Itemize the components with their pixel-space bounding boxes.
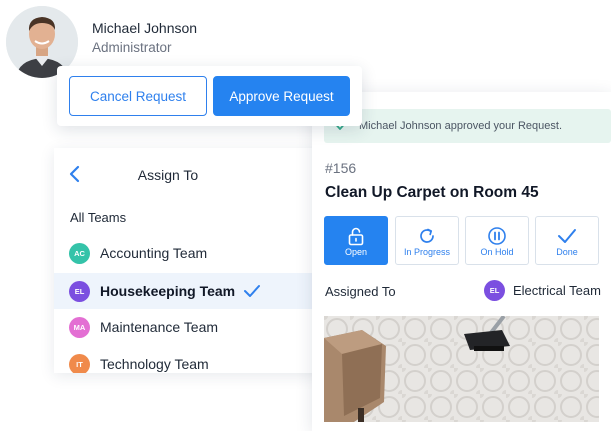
assign-panel: Assign To All Teams AC Accounting Team E… xyxy=(54,148,322,373)
status-label: Open xyxy=(344,247,368,257)
team-label: Accounting Team xyxy=(100,245,208,261)
team-item-maintenance[interactable]: MA Maintenance Team xyxy=(54,309,322,345)
team-item-housekeeping[interactable]: EL Housekeeping Team xyxy=(54,273,322,309)
request-detail-panel: Michael Johnson approved your Request. #… xyxy=(312,92,611,431)
approval-notice: Michael Johnson approved your Request. xyxy=(324,109,611,143)
team-badge: IT xyxy=(69,353,90,373)
team-badge: AC xyxy=(69,242,90,264)
approval-notice-text: Michael Johnson approved your Request. xyxy=(359,120,563,132)
request-actions-card: Cancel Request Approve Request xyxy=(57,66,362,126)
team-badge: EL xyxy=(484,280,505,301)
all-teams-label: All Teams xyxy=(70,210,127,225)
user-role: Administrator xyxy=(92,40,172,55)
assign-title: Assign To xyxy=(137,167,199,183)
status-label: Done xyxy=(556,247,578,257)
team-item-accounting[interactable]: AC Accounting Team xyxy=(54,235,322,271)
assigned-to-label: Assigned To xyxy=(325,284,396,299)
unlock-icon xyxy=(348,227,364,246)
status-in-progress-button[interactable]: In Progress xyxy=(395,216,459,265)
team-label: Housekeeping Team xyxy=(100,283,236,299)
check-icon xyxy=(558,229,576,243)
request-photo xyxy=(324,316,599,422)
approve-request-button[interactable]: Approve Request xyxy=(213,76,350,116)
assigned-team-name: Electrical Team xyxy=(513,283,601,298)
refresh-icon xyxy=(420,228,434,243)
checkmark-icon xyxy=(244,285,261,297)
pause-icon xyxy=(488,227,506,245)
assigned-team[interactable]: EL Electrical Team xyxy=(484,280,601,301)
team-badge: EL xyxy=(69,280,90,302)
status-open-button[interactable]: Open xyxy=(324,216,388,265)
status-on-hold-button[interactable]: On Hold xyxy=(465,216,529,265)
cancel-request-button[interactable]: Cancel Request xyxy=(69,76,207,116)
team-label: Technology Team xyxy=(100,356,209,372)
request-number: #156 xyxy=(325,160,357,176)
status-label: On Hold xyxy=(480,247,514,257)
request-title: Clean Up Carpet on Room 45 xyxy=(325,184,539,201)
team-item-technology[interactable]: IT Technology Team xyxy=(54,346,322,373)
status-label: In Progress xyxy=(403,247,451,257)
team-badge: MA xyxy=(69,316,90,338)
status-done-button[interactable]: Done xyxy=(535,216,599,265)
user-name: Michael Johnson xyxy=(92,20,198,36)
team-label: Maintenance Team xyxy=(100,319,219,335)
